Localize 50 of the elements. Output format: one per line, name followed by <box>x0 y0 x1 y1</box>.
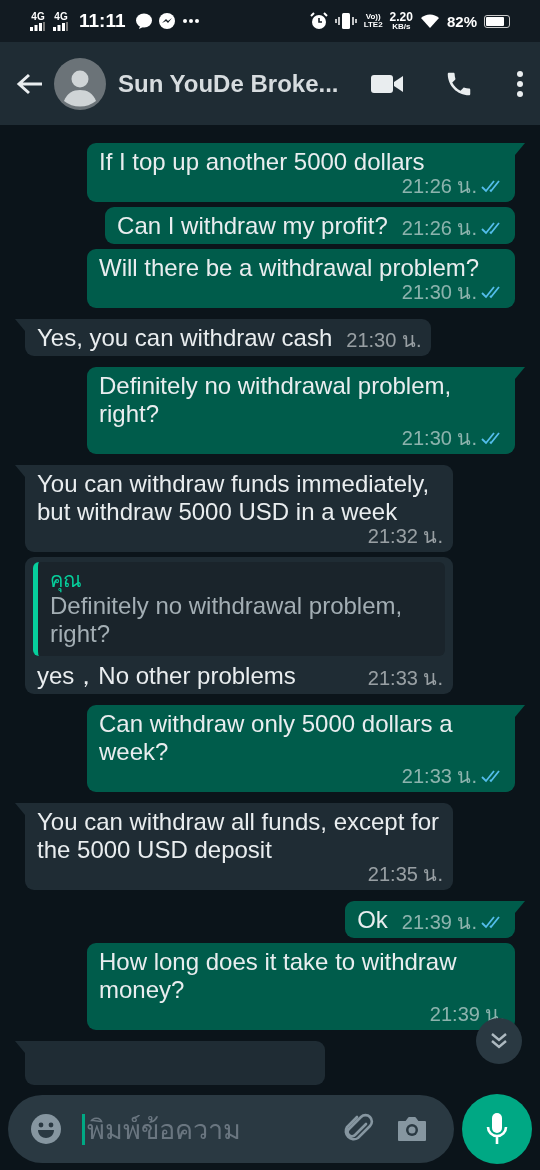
signal-icon <box>53 21 69 31</box>
message-time: 21:30 น. <box>401 428 477 448</box>
message-time: 21:33 น. <box>367 668 443 688</box>
avatar-icon[interactable] <box>54 57 106 110</box>
message-time: 21:26 น. <box>401 176 477 196</box>
message-text: You can withdraw all funds, except for the 5000 USD deposit <box>37 808 440 864</box>
message-time: 21:30 น. <box>346 330 422 350</box>
message-time: 21:32 น. <box>367 526 443 546</box>
signal-icon <box>30 21 46 31</box>
message-text: If I top up another 5000 dollars <box>99 148 426 176</box>
network-type: 4G <box>54 11 68 22</box>
message-text: Can I withdraw my profit? <box>117 212 388 240</box>
message-time: 21:30 น. <box>401 282 477 302</box>
message-time: 21:26 น. <box>401 218 477 238</box>
clock: 11:11 <box>79 10 126 32</box>
message-text: How long does it take to withdraw money? <box>99 948 458 1004</box>
camera-icon[interactable] <box>396 1115 428 1143</box>
message-text: Ok <box>357 906 388 934</box>
video-camera-icon <box>370 72 404 95</box>
network-type: 4G <box>31 11 45 22</box>
battery-icon <box>484 14 510 28</box>
quote-text: Definitely no withdrawal problem, right? <box>50 592 404 648</box>
lte-label: LTE2 <box>363 21 383 29</box>
microphone-icon <box>485 1111 509 1147</box>
chat-bubble-icon <box>135 13 152 29</box>
network-speed: 2.20 <box>389 11 413 23</box>
message-text: Yes, you can withdraw cash <box>37 324 333 352</box>
messenger-icon <box>158 13 175 29</box>
message-text: Definitely no withdrawal problem, right? <box>99 372 453 428</box>
battery-percent: 82% <box>446 12 477 30</box>
message-text: Can withdraw only 5000 dollars a week? <box>99 710 454 766</box>
message-input-field[interactable]: พิมพ์ข้อความ <box>82 1113 322 1145</box>
speed-unit: KB/s <box>392 23 411 31</box>
quoted-message[interactable]: คุณ Definitely no withdrawal problem, right? <box>33 562 445 656</box>
message-text: yes，No other problems <box>37 662 297 690</box>
back-arrow-icon <box>16 71 44 96</box>
message-time: 21:35 น. <box>367 864 443 884</box>
message-time: 21:39 น. <box>401 912 477 932</box>
alarm-icon <box>309 12 328 30</box>
contact-name[interactable]: Sun YouDe Broke... <box>118 69 356 98</box>
message-time: 21:33 น. <box>401 766 477 786</box>
message-text: You can withdraw funds immediately, but withdraw 5000 USD in a week <box>37 470 431 526</box>
volte-label: Vo)) <box>365 13 381 21</box>
message-text: Will there be a withdrawal problem? <box>99 254 481 282</box>
more-icon <box>181 18 200 24</box>
menu-icon <box>516 69 524 98</box>
emoji-icon[interactable] <box>30 1113 62 1145</box>
quote-author: คุณ <box>50 568 83 592</box>
wifi-icon <box>419 13 440 29</box>
vibrate-icon <box>334 12 357 30</box>
